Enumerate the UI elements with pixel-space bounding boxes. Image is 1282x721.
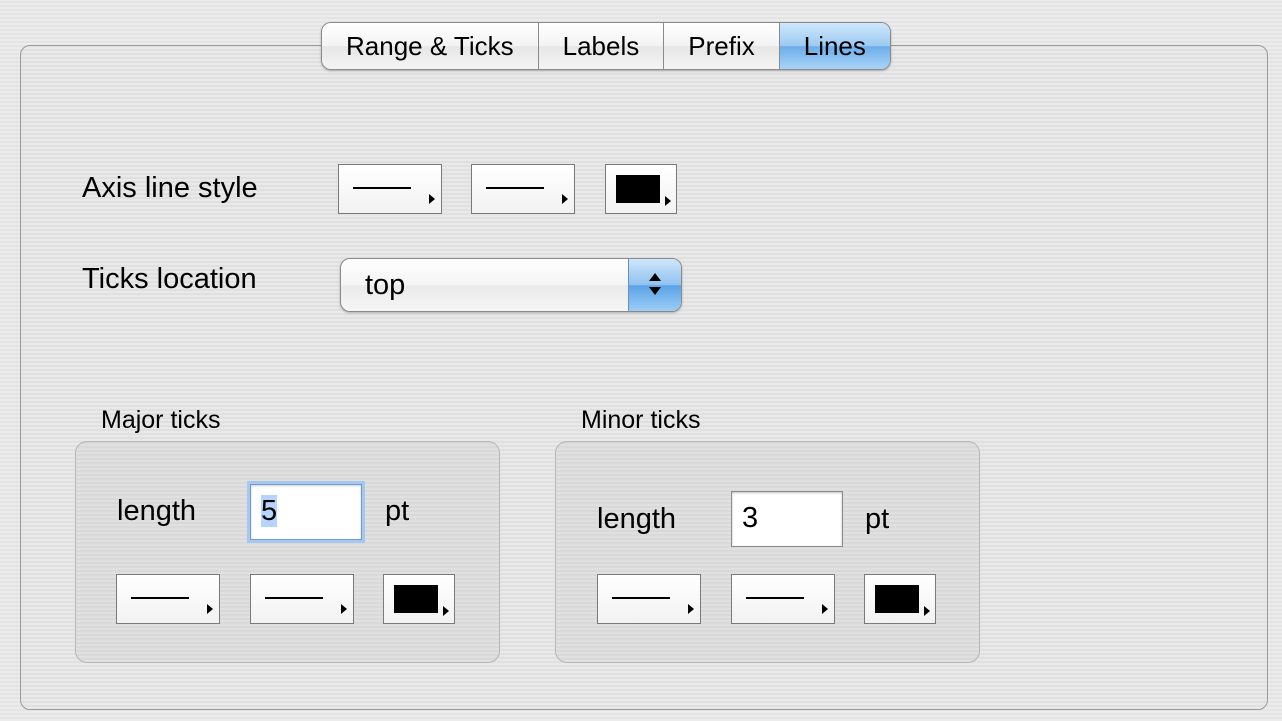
tab-prefix[interactable]: Prefix (664, 23, 780, 69)
major-unit-label: pt (385, 495, 410, 527)
axis-line-color-button[interactable] (605, 164, 677, 214)
major-line-dash-button[interactable] (250, 574, 354, 624)
major-ticks-title: Major ticks (101, 406, 221, 434)
tab-range-ticks[interactable]: Range & Ticks (322, 23, 539, 69)
disclosure-arrow-icon (207, 604, 213, 614)
line-sample-icon (612, 597, 670, 599)
chevron-up-icon (649, 273, 661, 281)
popup-arrows-icon (628, 259, 681, 311)
minor-ticks-group (555, 441, 980, 663)
minor-length-input[interactable]: 3 (731, 491, 843, 547)
ticks-location-value: top (365, 269, 406, 301)
tab-lines[interactable]: Lines (779, 23, 890, 69)
line-sample-icon (486, 187, 544, 189)
axis-line-style-label: Axis line style (82, 172, 258, 204)
disclosure-arrow-icon (429, 194, 435, 204)
disclosure-arrow-icon (341, 604, 347, 614)
major-length-input[interactable]: 5 (250, 484, 362, 540)
ticks-location-select[interactable]: top (340, 258, 682, 312)
axis-line-dash-button[interactable] (471, 164, 575, 214)
line-sample-icon (353, 187, 411, 189)
minor-ticks-title: Minor ticks (581, 406, 701, 434)
color-swatch-icon (616, 175, 660, 203)
color-swatch-icon (394, 585, 438, 613)
major-line-color-button[interactable] (383, 574, 455, 624)
minor-line-dash-button[interactable] (731, 574, 835, 624)
disclosure-arrow-icon (562, 194, 568, 204)
disclosure-arrow-icon (924, 606, 930, 616)
disclosure-arrow-icon (688, 604, 694, 614)
major-line-width-button[interactable] (116, 574, 220, 624)
tab-bar: Range & Ticks Labels Prefix Lines (321, 22, 891, 70)
tab-labels[interactable]: Labels (538, 23, 665, 69)
minor-length-label: length (597, 503, 677, 535)
disclosure-arrow-icon (665, 196, 671, 206)
line-sample-icon (265, 597, 323, 599)
minor-line-width-button[interactable] (597, 574, 701, 624)
chevron-down-icon (649, 287, 661, 295)
minor-unit-label: pt (865, 503, 890, 535)
major-length-value: 5 (261, 495, 278, 527)
line-sample-icon (746, 597, 804, 599)
major-ticks-group (75, 441, 500, 663)
disclosure-arrow-icon (822, 604, 828, 614)
color-swatch-icon (875, 585, 919, 613)
disclosure-arrow-icon (443, 606, 449, 616)
minor-line-color-button[interactable] (864, 574, 936, 624)
axis-line-width-button[interactable] (338, 164, 442, 214)
minor-length-value: 3 (742, 502, 759, 534)
major-length-label: length (117, 495, 197, 527)
ticks-location-label: Ticks location (82, 263, 257, 295)
line-sample-icon (131, 597, 189, 599)
